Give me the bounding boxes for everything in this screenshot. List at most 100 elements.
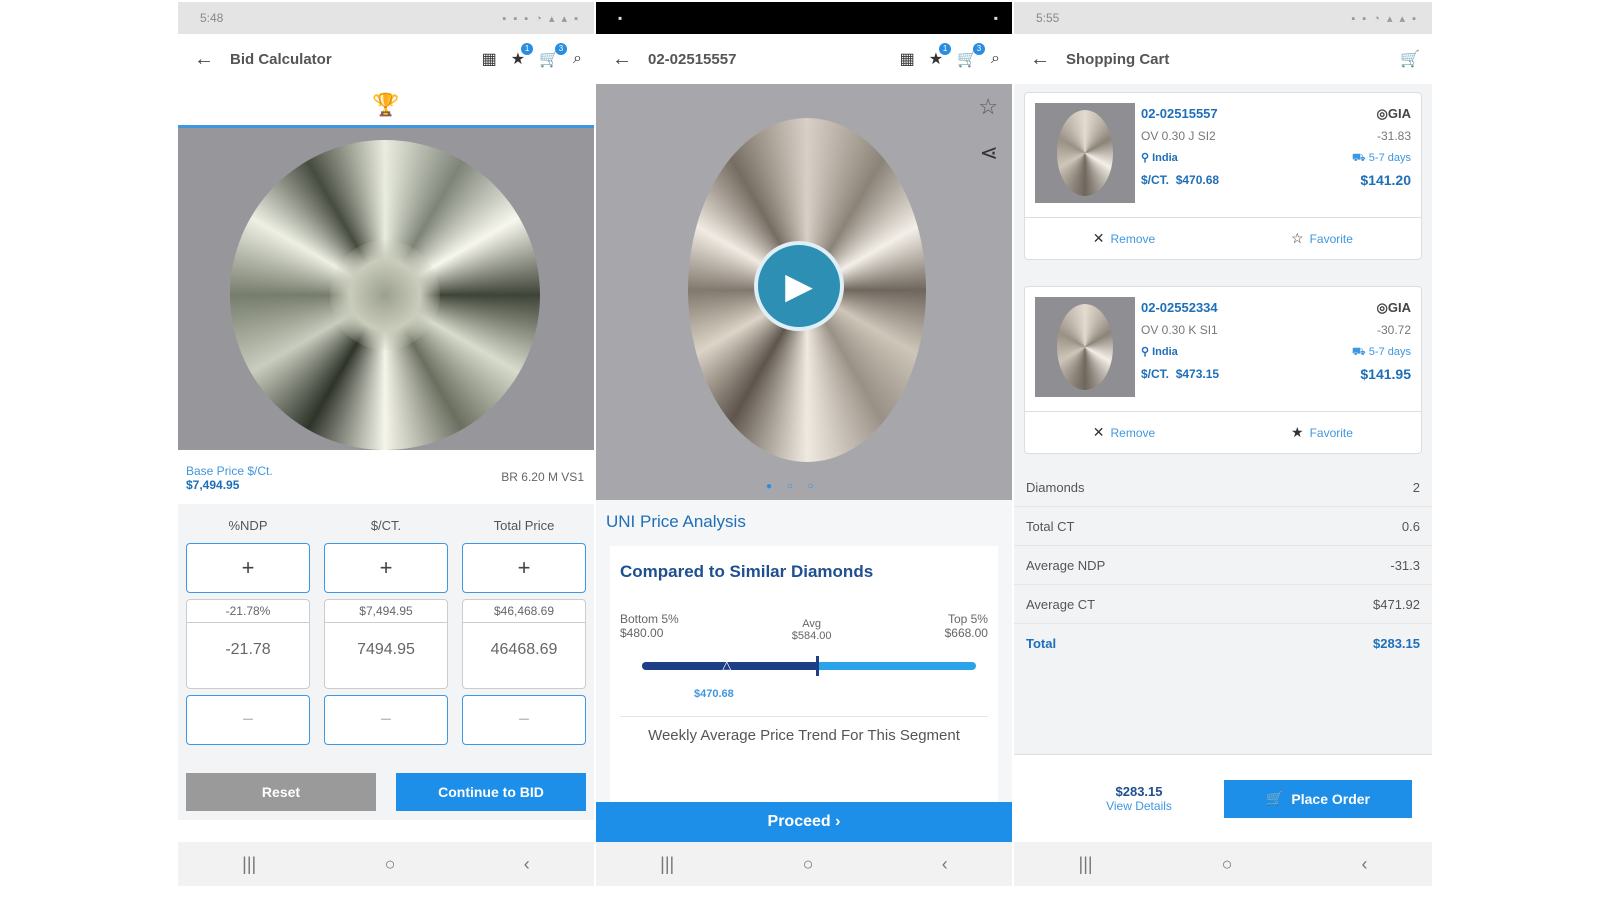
home-icon[interactable]: ○ bbox=[385, 854, 396, 875]
total-label: Total bbox=[1026, 636, 1057, 651]
page-title: Bid Calculator bbox=[230, 50, 332, 68]
back-arrow-icon[interactable]: ← bbox=[612, 48, 648, 71]
price-per-ct-minus-button[interactable]: − bbox=[324, 695, 448, 745]
ndp-minus-button[interactable]: − bbox=[186, 695, 310, 745]
clear-cart-icon[interactable]: 🛒 bbox=[1400, 49, 1420, 69]
page-title: Shopping Cart bbox=[1066, 50, 1170, 68]
ndp-input[interactable]: -21.78 bbox=[187, 623, 309, 659]
price-per-ct-column: $/CT. + $7,494.95 7494.95 − bbox=[324, 518, 448, 745]
item-total: $141.95 bbox=[1360, 366, 1411, 382]
range-labels: Bottom 5% $480.00 Avg $584.00 Top 5% $66… bbox=[620, 612, 988, 642]
favorite-label: Favorite bbox=[1309, 425, 1353, 440]
proceed-button[interactable]: Proceed › bbox=[596, 802, 1012, 842]
favorites-icon[interactable]: ★ 1 bbox=[929, 43, 952, 69]
favorite-star-icon[interactable]: ☆ bbox=[978, 94, 998, 120]
diamond-image bbox=[178, 128, 594, 450]
search-icon[interactable]: ⌕ bbox=[991, 50, 1000, 68]
summary-row: Total CT 0.6 bbox=[1014, 507, 1432, 546]
cart-icon[interactable]: 🛒 3 bbox=[539, 43, 568, 69]
summary-value: 0.6 bbox=[1401, 518, 1420, 534]
home-icon[interactable]: ○ bbox=[803, 854, 814, 875]
total-price-input[interactable]: 46468.69 bbox=[463, 623, 585, 659]
item-thumbnail[interactable] bbox=[1035, 103, 1135, 203]
item-description: OV 0.30 J SI2 bbox=[1141, 129, 1216, 143]
status-icons: ▪ ▪ ◔ ▴ ▴ ▪ bbox=[1351, 12, 1418, 25]
favorite-button[interactable]: ☆ Favorite bbox=[1223, 218, 1421, 259]
back-arrow-icon[interactable]: ← bbox=[1030, 48, 1066, 71]
item-thumbnail[interactable] bbox=[1035, 297, 1135, 397]
your-price-marker-icon: △ bbox=[722, 658, 732, 672]
close-icon: ✕ bbox=[1092, 424, 1105, 440]
item-description: OV 0.30 K SI1 bbox=[1141, 323, 1218, 337]
price-per-ct-input[interactable]: 7494.95 bbox=[325, 623, 447, 659]
base-price-label: Base Price $/Ct. bbox=[186, 464, 273, 478]
summary-label: Total CT bbox=[1026, 518, 1075, 534]
recents-icon[interactable]: ||| bbox=[1079, 854, 1093, 875]
play-button[interactable]: ▶ bbox=[754, 241, 844, 331]
item-sku[interactable]: 02-02515557 bbox=[1141, 103, 1352, 125]
price-per-ct-value-box: $7,494.95 7494.95 bbox=[324, 599, 448, 689]
cart-badge: 3 bbox=[973, 43, 986, 55]
search-icon[interactable]: ⌕ bbox=[573, 50, 582, 68]
continue-to-bid-button[interactable]: Continue to BID bbox=[396, 773, 586, 811]
ndp-formatted: -21.78% bbox=[187, 600, 309, 623]
shipping-time: 5-7 days bbox=[1368, 152, 1411, 164]
summary-label: Average CT bbox=[1026, 596, 1096, 612]
total-price-minus-button[interactable]: − bbox=[462, 695, 586, 745]
status-time: 5:55 bbox=[1036, 11, 1060, 25]
view-details-link[interactable]: View Details bbox=[1054, 799, 1224, 813]
system-nav-bar: ||| ○ ‹ bbox=[596, 842, 1012, 886]
total-price-plus-button[interactable]: + bbox=[462, 543, 586, 593]
column-header: $/CT. bbox=[370, 518, 402, 533]
calculator-icon[interactable]: ▦ bbox=[482, 49, 497, 69]
status-time: 5:48 bbox=[200, 11, 224, 25]
place-order-label: Place Order bbox=[1291, 790, 1371, 807]
back-arrow-icon[interactable]: ← bbox=[194, 48, 230, 71]
item-origin: India bbox=[1152, 346, 1178, 358]
round-diamond-graphic bbox=[230, 140, 540, 450]
item-sku[interactable]: 02-02552334 bbox=[1141, 297, 1352, 319]
trophy-icon: 🏆 bbox=[372, 91, 400, 117]
oval-diamond-thumb bbox=[1057, 110, 1113, 196]
location-pin-icon: ⚲ bbox=[1141, 152, 1153, 164]
total-price-value-box: $46,468.69 46468.69 bbox=[462, 599, 586, 689]
column-header: Total Price bbox=[493, 518, 555, 533]
recents-icon[interactable]: ||| bbox=[242, 854, 256, 875]
oval-diamond-thumb bbox=[1057, 304, 1113, 390]
cart-icon[interactable]: 🛒 3 bbox=[957, 43, 986, 69]
card-title: Compared to Similar Diamonds bbox=[620, 562, 874, 581]
favorite-button[interactable]: ★ Favorite bbox=[1223, 412, 1421, 453]
cart-item: 02-02552334 OV 0.30 K SI1 ⚲ India $/CT. … bbox=[1024, 286, 1422, 454]
toolbar: ← Bid Calculator ▦ ★ 1 🛒 3 ⌕ bbox=[178, 34, 594, 84]
place-order-button[interactable]: 🛒 Place Order bbox=[1224, 779, 1412, 818]
back-nav-icon[interactable]: ‹ bbox=[1361, 854, 1367, 875]
price-per-ct-label: $/CT. bbox=[1141, 367, 1170, 381]
top-label: Top 5% bbox=[947, 612, 988, 626]
share-icon[interactable]: ⋖ bbox=[980, 140, 998, 166]
order-amount: $283.15 bbox=[1115, 784, 1163, 799]
ndp-plus-button[interactable]: + bbox=[186, 543, 310, 593]
favorite-label: Favorite bbox=[1309, 231, 1353, 246]
close-icon: ✕ bbox=[1092, 230, 1105, 246]
home-icon[interactable]: ○ bbox=[1222, 854, 1233, 875]
diamond-detail-screen: ▪ ▪ ← 02-02515557 ▦ ★ 1 🛒 3 ⌕ ▶ ☆ ⋖ ● ○ ○ … bbox=[596, 2, 1012, 886]
base-price-value: $7,494.95 bbox=[186, 478, 240, 492]
calculator-icon[interactable]: ▦ bbox=[900, 49, 915, 69]
price-per-ct-value: $470.68 bbox=[1175, 173, 1220, 187]
summary-value: 2 bbox=[1412, 479, 1420, 495]
certificate-icon: ◎ bbox=[1376, 300, 1388, 315]
ndp-value-box: -21.78% -21.78 bbox=[186, 599, 310, 689]
reset-button[interactable]: Reset bbox=[186, 773, 376, 811]
certificate-icon: ◎ bbox=[1376, 106, 1388, 121]
recents-icon[interactable]: ||| bbox=[660, 854, 674, 875]
carousel-dots[interactable]: ● ○ ○ bbox=[766, 481, 820, 492]
shopping-cart-screen: 5:55 ▪ ▪ ◔ ▴ ▴ ▪ ← Shopping Cart 🛒 02-02… bbox=[1014, 2, 1432, 886]
price-per-ct-plus-button[interactable]: + bbox=[324, 543, 448, 593]
cart-icon: 🛒 bbox=[1265, 790, 1284, 806]
price-per-ct-label: $/CT. bbox=[1141, 173, 1170, 187]
remove-button[interactable]: ✕ Remove bbox=[1025, 412, 1223, 453]
favorites-icon[interactable]: ★ 1 bbox=[511, 43, 534, 69]
remove-button[interactable]: ✕ Remove bbox=[1025, 218, 1223, 259]
back-nav-icon[interactable]: ‹ bbox=[524, 854, 530, 875]
back-nav-icon[interactable]: ‹ bbox=[942, 854, 948, 875]
